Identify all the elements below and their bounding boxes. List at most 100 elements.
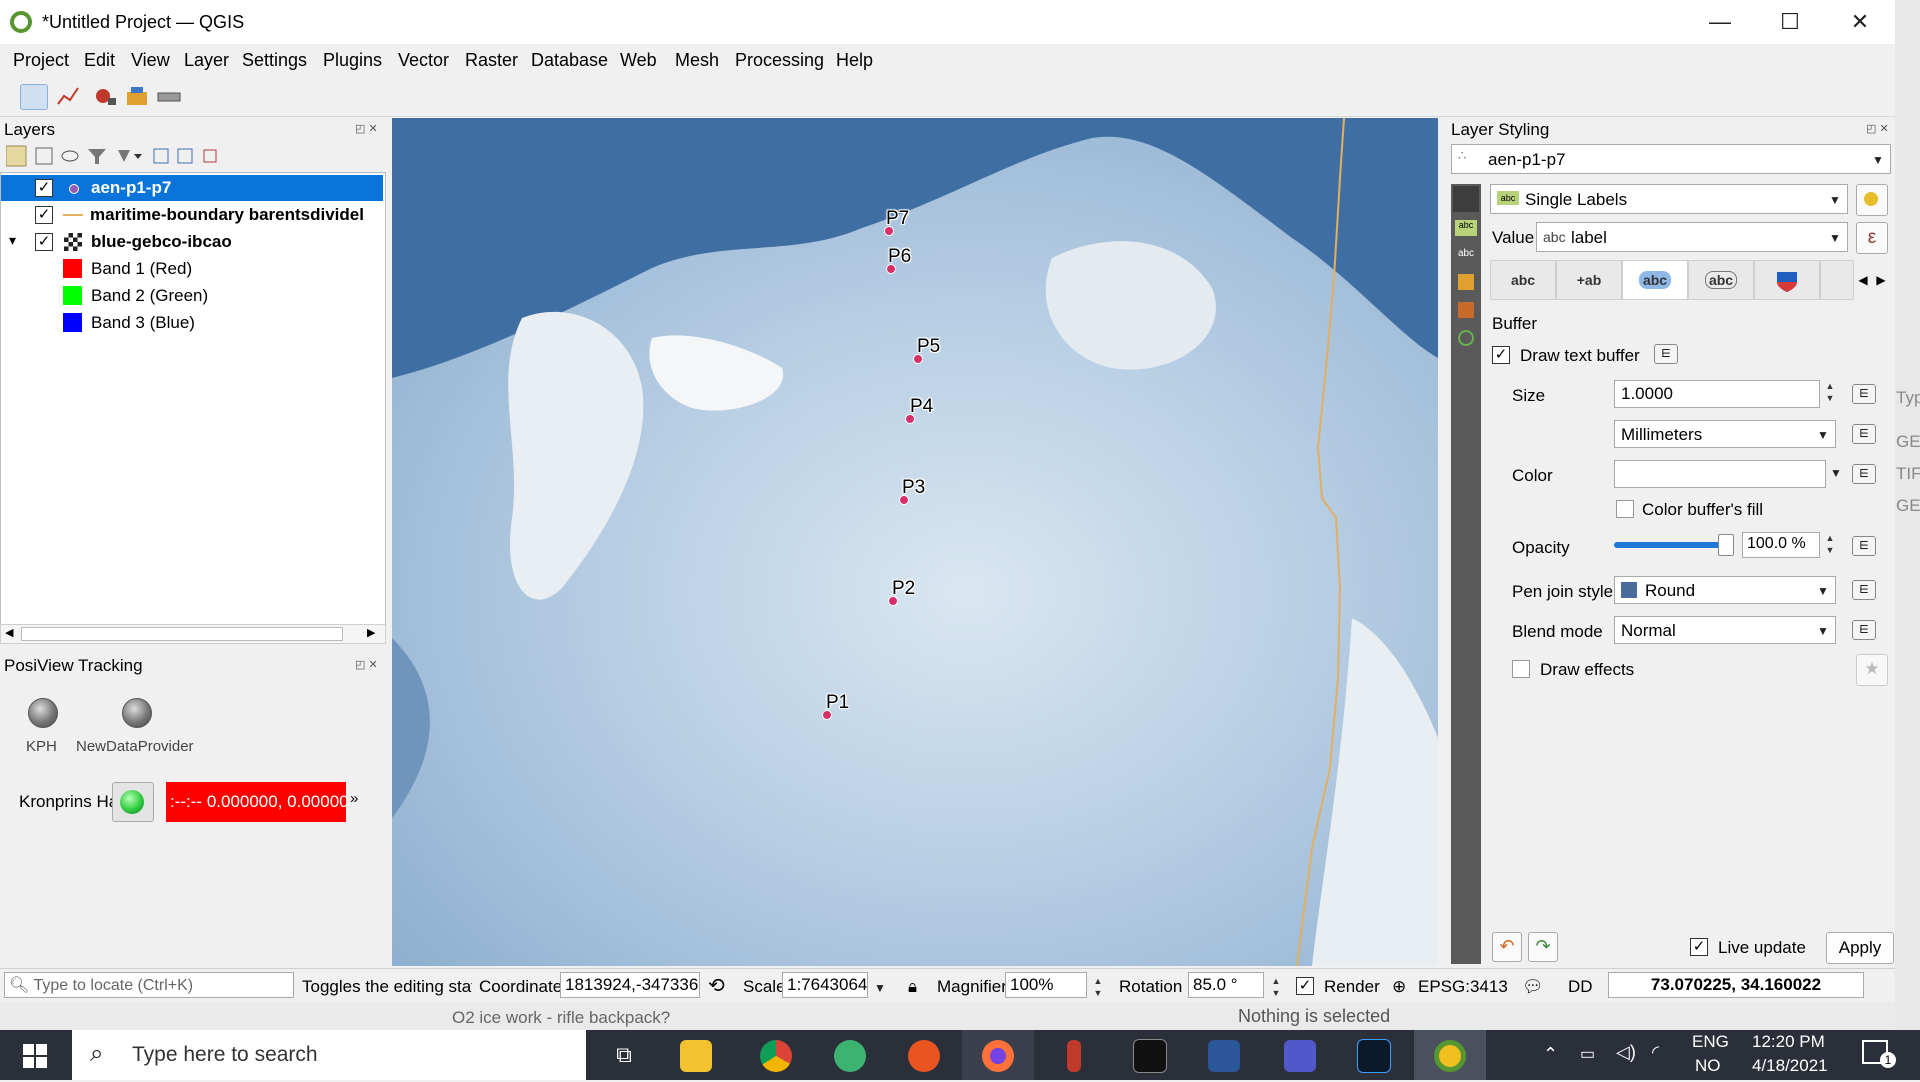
locator-search-input[interactable]: 🔍︎ Type to locate (Ctrl+K)	[4, 972, 294, 998]
menu-database[interactable]: Database	[531, 50, 608, 71]
draw-effects-checkbox[interactable]	[1512, 660, 1530, 678]
layer-tree[interactable]: ✓ aen-p1-p7 ✓ maritime-boundary barentsd…	[0, 172, 386, 626]
tray-chevron-up-icon[interactable]: ⌃	[1543, 1044, 1558, 1065]
scale-input[interactable]: 1:7643064	[782, 972, 868, 998]
blend-mode-combo[interactable]: Normal ▼	[1614, 616, 1836, 644]
buffer-color-button[interactable]	[1614, 460, 1826, 488]
wifi-icon[interactable]: ◜	[1652, 1042, 1659, 1063]
tab-more[interactable]	[1820, 260, 1854, 300]
task-view-icon[interactable]: ⧉	[588, 1030, 660, 1080]
menu-settings[interactable]: Settings	[242, 50, 307, 71]
tab-text[interactable]: abc	[1490, 260, 1556, 300]
size-input[interactable]: 1.0000	[1614, 380, 1820, 408]
chrome-icon[interactable]	[740, 1030, 812, 1080]
opacity-spinner[interactable]: ▲ ▼	[1822, 532, 1838, 556]
menu-vector[interactable]: Vector	[398, 50, 449, 71]
vessel-track-button[interactable]	[112, 782, 154, 822]
ubuntu-icon[interactable]	[888, 1030, 960, 1080]
rule-wizard-button[interactable]	[1856, 184, 1888, 216]
menu-mesh[interactable]: Mesh	[675, 50, 719, 71]
undo-icon[interactable]: ↶	[1492, 932, 1522, 962]
menu-web[interactable]: Web	[620, 50, 657, 71]
tabs-scroll-left-icon[interactable]: ◀	[1854, 260, 1872, 300]
tracking-tool-icon[interactable]	[124, 84, 150, 108]
firefox-icon[interactable]	[962, 1030, 1034, 1080]
layer-row-blue-gebco-ibcao[interactable]: ▾ ✓ blue-gebco-ibcao	[1, 229, 383, 255]
layer-row-maritime-boundary[interactable]: ✓ maritime-boundary barentsdividel	[1, 202, 383, 228]
redo-icon[interactable]: ↷	[1528, 932, 1558, 962]
taskbar-search-box[interactable]: ⌕ Type here to search	[72, 1030, 586, 1080]
data-defined-override-icon[interactable]: ⋿	[1852, 536, 1876, 556]
lock-scale-icon[interactable]: 🔒︎	[908, 977, 917, 997]
magnifier-input[interactable]: 100%	[1005, 972, 1087, 998]
clock-date[interactable]: 4/18/2021	[1752, 1056, 1828, 1076]
language-indicator-2[interactable]: NO	[1695, 1056, 1721, 1076]
pen-app-icon[interactable]	[1038, 1030, 1110, 1080]
data-defined-override-icon[interactable]: ⋿	[1654, 344, 1678, 364]
menu-help[interactable]: Help	[836, 50, 873, 71]
scroll-thumb[interactable]	[21, 627, 343, 641]
terminal-icon[interactable]	[1114, 1030, 1186, 1080]
color-dropdown-icon[interactable]: ▼	[1830, 466, 1842, 480]
crs-button[interactable]: EPSG:3413	[1418, 977, 1508, 997]
dock-buttons[interactable]: ◰ ✕	[1866, 122, 1889, 135]
maximize-button[interactable]: ☐	[1755, 0, 1825, 44]
layer-visibility-checkbox[interactable]: ✓	[35, 233, 53, 251]
coordinate-input[interactable]: 1813924,-347336	[560, 972, 700, 998]
data-defined-override-icon[interactable]: ⋿	[1852, 384, 1876, 404]
layer-row-aen-p1-p7[interactable]: ✓ aen-p1-p7	[1, 175, 383, 201]
live-update-checkbox[interactable]: ✓	[1690, 938, 1708, 956]
expression-button[interactable]: ε	[1856, 222, 1888, 254]
more-arrow-icon[interactable]: »	[350, 790, 358, 807]
render-checkbox[interactable]: ✓	[1296, 977, 1314, 995]
waves-app-icon[interactable]	[1338, 1030, 1410, 1080]
tab-buffer[interactable]: abc	[1622, 260, 1688, 300]
atom-icon[interactable]	[814, 1030, 886, 1080]
teams-icon[interactable]	[1264, 1030, 1336, 1080]
globe-icon[interactable]: ⊕	[1392, 977, 1406, 997]
record-icon[interactable]	[92, 84, 118, 108]
opacity-slider[interactable]	[1614, 542, 1726, 548]
scale-dropdown-icon[interactable]: ▼	[874, 981, 886, 995]
units-combo[interactable]: Millimeters ▼	[1614, 420, 1836, 448]
draw-buffer-checkbox[interactable]: ✓	[1492, 346, 1510, 364]
label-field-combo[interactable]: abc label ▼	[1536, 222, 1848, 252]
data-defined-override-icon[interactable]: ⋿	[1852, 620, 1876, 640]
mask-tab-icon[interactable]: abc	[1455, 248, 1477, 264]
dock-buttons[interactable]: ◰ ✕	[355, 122, 378, 135]
menu-project[interactable]: Project	[13, 50, 69, 71]
qgis-taskbar-icon[interactable]	[1414, 1030, 1486, 1080]
pen-join-combo[interactable]: Round ▼	[1614, 576, 1836, 604]
start-button[interactable]	[0, 1030, 70, 1080]
magnifier-spinner[interactable]: ▲ ▼	[1090, 975, 1106, 999]
layer-visibility-checkbox[interactable]: ✓	[35, 206, 53, 224]
diagrams-tab-icon[interactable]	[1458, 302, 1474, 318]
label-mode-combo[interactable]: abc Single Labels ▼	[1490, 184, 1848, 214]
size-spinner[interactable]: ▲ ▼	[1822, 380, 1838, 404]
chart-icon[interactable]	[56, 84, 82, 108]
apply-button[interactable]: Apply	[1826, 932, 1894, 964]
data-defined-override-icon[interactable]: ⋿	[1852, 464, 1876, 484]
extents-toggle-icon[interactable]: ⟲	[708, 973, 725, 998]
effects-star-icon[interactable]: ★	[1856, 654, 1888, 686]
opacity-input[interactable]: 100.0 %	[1742, 532, 1820, 558]
scroll-right-icon[interactable]: ▶	[367, 626, 375, 639]
minimize-button[interactable]: —	[1685, 0, 1755, 44]
tabs-scroll-right-icon[interactable]: ▶	[1872, 260, 1890, 300]
symbology-tab-icon[interactable]	[1453, 186, 1479, 212]
clock-time[interactable]: 12:20 PM	[1752, 1032, 1825, 1052]
word-icon[interactable]	[1188, 1030, 1260, 1080]
tab-formatting[interactable]: +ab	[1556, 260, 1622, 300]
expand-arrow-icon[interactable]: ▾	[9, 232, 16, 249]
battery-icon[interactable]: ▭	[1580, 1044, 1595, 1064]
file-explorer-icon[interactable]	[660, 1030, 732, 1080]
menu-layer[interactable]: Layer	[184, 50, 229, 71]
messages-icon[interactable]: 💬︎	[1522, 977, 1544, 997]
labels-tab-icon[interactable]: abc	[1455, 220, 1477, 236]
color-fill-checkbox[interactable]	[1616, 500, 1634, 518]
scroll-left-icon[interactable]: ◀	[5, 626, 13, 639]
layer-visibility-checkbox[interactable]: ✓	[35, 179, 53, 197]
posiview-icon[interactable]	[20, 84, 48, 110]
measure-icon[interactable]	[156, 84, 182, 108]
map-canvas[interactable]: P7 P6 P5 P4 P3 P2 P1	[392, 118, 1438, 966]
